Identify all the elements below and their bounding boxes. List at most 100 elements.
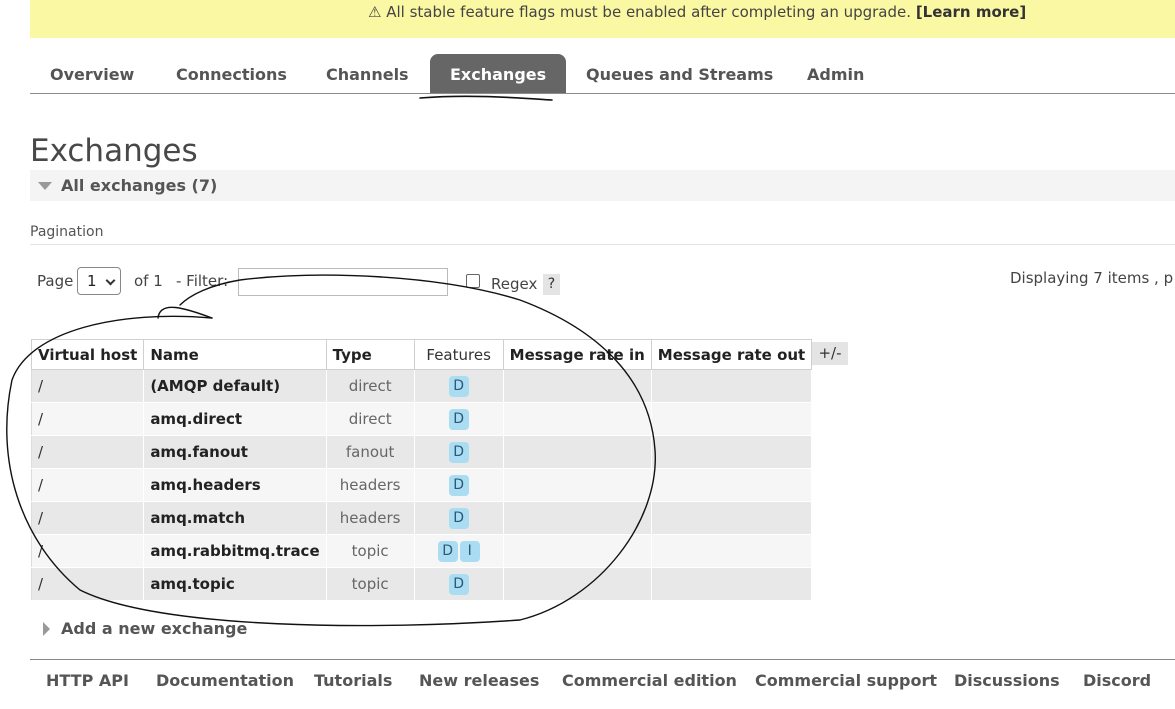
- table-row[interactable]: / amq.fanout fanout D: [30, 435, 813, 469]
- tab-exchanges[interactable]: Exchanges: [430, 54, 567, 93]
- cell-message-rate-out: [650, 369, 813, 403]
- durable-badge: D: [448, 573, 469, 595]
- tab-queues-and-streams[interactable]: Queues and Streams: [566, 54, 793, 93]
- tab-admin[interactable]: Admin: [787, 54, 884, 93]
- durable-badge: D: [437, 540, 458, 562]
- cell-message-rate-out: [650, 534, 813, 568]
- cell-features: D: [413, 435, 504, 469]
- cell-message-rate-in: [502, 468, 652, 502]
- cell-message-rate-in: [502, 402, 652, 436]
- footer-link-tutorials[interactable]: Tutorials: [314, 671, 392, 690]
- cell-features: D: [413, 402, 504, 436]
- durable-badge: D: [448, 441, 469, 463]
- page-title: Exchanges: [30, 133, 198, 169]
- col-virtual-host[interactable]: Virtual host: [30, 339, 145, 370]
- filter-input[interactable]: [238, 268, 448, 296]
- durable-badge: D: [448, 474, 469, 496]
- internal-badge: I: [459, 540, 480, 562]
- table-row[interactable]: / amq.topic topic D: [30, 567, 813, 601]
- add-new-exchange-label: Add a new exchange: [61, 619, 248, 638]
- footer-link-documentation[interactable]: Documentation: [156, 671, 294, 690]
- cell-features: D: [413, 369, 504, 403]
- cell-message-rate-in: [502, 369, 652, 403]
- table-row[interactable]: / (AMQP default) direct D: [30, 369, 813, 403]
- col-name[interactable]: Name: [143, 339, 327, 370]
- all-exchanges-section-toggle[interactable]: All exchanges (7): [30, 170, 1175, 201]
- footer-link-discussions[interactable]: Discussions: [954, 671, 1060, 690]
- of-pages-label: of 1: [134, 272, 163, 290]
- footer-link-http-api[interactable]: HTTP API: [46, 671, 129, 690]
- cell-type: headers: [325, 501, 415, 535]
- page-label: Page: [37, 272, 74, 290]
- tab-channels[interactable]: Channels: [306, 54, 429, 93]
- pagination-label-text: Pagination: [30, 224, 104, 240]
- cell-message-rate-out: [650, 402, 813, 436]
- table-row[interactable]: / amq.rabbitmq.trace topic D I: [30, 534, 813, 568]
- cell-type: direct: [325, 402, 415, 436]
- collapse-triangle-icon: [38, 182, 52, 190]
- durable-badge: D: [448, 507, 469, 529]
- cell-type: headers: [325, 468, 415, 502]
- exchanges-table: Virtual host Name Type Features Message …: [30, 339, 813, 601]
- footer-link-commercial-edition[interactable]: Commercial edition: [562, 671, 737, 690]
- cell-message-rate-in: [502, 534, 652, 568]
- durable-badge: D: [448, 408, 469, 430]
- cell-name[interactable]: amq.direct: [143, 402, 327, 436]
- cell-features: DI: [413, 534, 504, 568]
- section-label: All exchanges (7): [61, 176, 218, 195]
- cell-features: D: [413, 567, 504, 601]
- warning-icon: ⚠: [368, 3, 382, 21]
- main-nav: Overview Connections Channels Exchanges …: [30, 54, 1175, 94]
- cell-name[interactable]: (AMQP default): [143, 369, 327, 403]
- banner-message: All stable feature flags must be enabled…: [386, 3, 912, 21]
- expand-triangle-icon: [43, 622, 50, 636]
- cell-virtual-host: /: [30, 435, 145, 469]
- table-row[interactable]: / amq.headers headers D: [30, 468, 813, 502]
- regex-label: Regex: [491, 275, 538, 293]
- page-select-value: 1: [87, 272, 97, 290]
- cell-virtual-host: /: [30, 567, 145, 601]
- cell-message-rate-out: [650, 435, 813, 469]
- cell-message-rate-in: [502, 501, 652, 535]
- footer-links: HTTP API Documentation Tutorials New rel…: [30, 659, 1175, 699]
- footer-link-discord[interactable]: Discord: [1083, 671, 1151, 690]
- table-header-row: Virtual host Name Type Features Message …: [30, 339, 813, 370]
- toggle-columns-button[interactable]: +/-: [812, 342, 848, 365]
- footer-link-commercial-support[interactable]: Commercial support: [755, 671, 937, 690]
- cell-virtual-host: /: [30, 369, 145, 403]
- cell-name[interactable]: amq.match: [143, 501, 327, 535]
- col-features: Features: [413, 339, 504, 370]
- table-row[interactable]: / amq.match headers D: [30, 501, 813, 535]
- regex-checkbox[interactable]: [466, 274, 480, 288]
- cell-message-rate-out: [650, 501, 813, 535]
- cell-message-rate-out: [650, 468, 813, 502]
- col-message-rate-out: Message rate out: [650, 339, 813, 370]
- col-message-rate-in: Message rate in: [502, 339, 652, 370]
- cell-name[interactable]: amq.fanout: [143, 435, 327, 469]
- cell-message-rate-in: [502, 435, 652, 469]
- cell-type: topic: [325, 534, 415, 568]
- footer-link-new-releases[interactable]: New releases: [419, 671, 539, 690]
- cell-type: direct: [325, 369, 415, 403]
- cell-features: D: [413, 501, 504, 535]
- upgrade-banner: ⚠ All stable feature flags must be enabl…: [30, 0, 1175, 38]
- cell-type: topic: [325, 567, 415, 601]
- pagination-label: Pagination: [30, 224, 1175, 245]
- cell-virtual-host: /: [30, 468, 145, 502]
- cell-virtual-host: /: [30, 534, 145, 568]
- filter-label: - Filter:: [176, 272, 229, 290]
- page-select[interactable]: 1: [77, 267, 121, 295]
- cell-name[interactable]: amq.headers: [143, 468, 327, 502]
- chevron-down-icon: [105, 275, 116, 286]
- cell-name[interactable]: amq.rabbitmq.trace: [143, 534, 327, 568]
- tab-connections[interactable]: Connections: [156, 54, 307, 93]
- cell-name[interactable]: amq.topic: [143, 567, 327, 601]
- learn-more-link[interactable]: [Learn more]: [916, 3, 1026, 21]
- tab-overview[interactable]: Overview: [30, 54, 154, 93]
- cell-features: D: [413, 468, 504, 502]
- regex-help-button[interactable]: ?: [543, 274, 560, 295]
- displaying-count: Displaying 7 items , p: [1010, 269, 1174, 287]
- cell-message-rate-out: [650, 567, 813, 601]
- col-type[interactable]: Type: [325, 339, 415, 370]
- table-row[interactable]: / amq.direct direct D: [30, 402, 813, 436]
